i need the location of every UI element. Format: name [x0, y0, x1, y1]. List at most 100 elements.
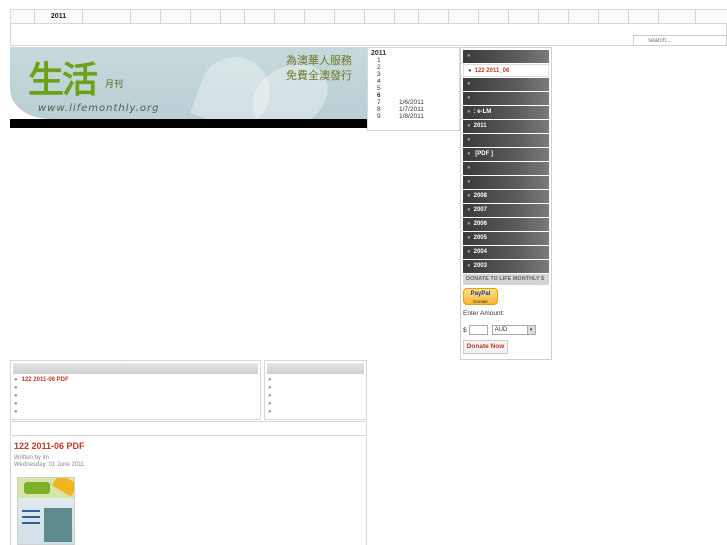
- list-item[interactable]: ●: [11, 408, 260, 416]
- issue-row: 1: [371, 57, 456, 64]
- nav-item[interactable]: [419, 10, 449, 23]
- nav-item[interactable]: [395, 10, 419, 23]
- bullet-icon: ●: [467, 165, 471, 171]
- amount-label: Enter Amount:: [463, 310, 505, 317]
- sidebar-item-label: 2007: [473, 207, 487, 213]
- nav-item[interactable]: [449, 10, 479, 23]
- nav-item[interactable]: [599, 10, 629, 23]
- nav-item[interactable]: [569, 10, 599, 23]
- currency-select[interactable]: AUD ▾: [491, 325, 536, 335]
- sidebar-item[interactable]: ●: [463, 78, 549, 91]
- bullet-icon: ●: [467, 263, 471, 269]
- issue-row: 8 1/7/2011: [371, 106, 456, 113]
- nav-item[interactable]: [509, 10, 539, 23]
- breadcrumb-bar: [10, 421, 367, 436]
- sidebar-item[interactable]: ● 2007: [463, 204, 549, 217]
- sidebar-item-label: 2011: [473, 123, 487, 129]
- issue-date: [399, 92, 456, 99]
- sidebar-item[interactable]: ● 2005: [463, 232, 549, 245]
- article: 122 2011-06 PDF Written by lm Wednesday,…: [10, 437, 367, 545]
- list-item[interactable]: ●: [265, 400, 366, 408]
- top-navigation-bar: 2011: [10, 9, 727, 46]
- nav-item[interactable]: [479, 10, 509, 23]
- list-item[interactable]: ●: [11, 392, 260, 400]
- nav-item[interactable]: [11, 10, 35, 23]
- issue-date: 1/7/2011: [399, 106, 424, 113]
- issue-row: 7 1/6/2011: [371, 99, 456, 106]
- list-item[interactable]: ●: [265, 384, 366, 392]
- sidebar-item[interactable]: ●: [463, 92, 549, 105]
- bullet-icon: ●: [467, 207, 471, 213]
- search-input[interactable]: [633, 35, 727, 46]
- nav-item[interactable]: [335, 10, 365, 23]
- issue-date: [399, 85, 456, 92]
- list-item[interactable]: ●: [11, 400, 260, 408]
- bullet-icon: ●: [467, 123, 471, 129]
- sidebar-item[interactable]: ● 122 2011_06: [463, 64, 549, 77]
- list-item[interactable]: ● 122 2011-06 PDF: [11, 376, 260, 384]
- nav-item[interactable]: [131, 10, 161, 23]
- issue-date: [399, 71, 456, 78]
- sidebar-item[interactable]: ●: [463, 176, 549, 189]
- nav-item[interactable]: [629, 10, 659, 23]
- nav-item[interactable]: [83, 10, 131, 23]
- nav-item[interactable]: [305, 10, 335, 23]
- bullet-icon: ●: [467, 109, 471, 115]
- issue-number: 2: [377, 64, 381, 71]
- bullet-icon: ●: [467, 193, 471, 199]
- article-date: Wednesday, 01 June 2011: [14, 462, 85, 468]
- article-title[interactable]: 122 2011-06 PDF: [14, 441, 363, 451]
- slogan-line: 免費全澳發行: [286, 69, 352, 82]
- bullet-icon: ●: [268, 385, 272, 391]
- donate-now-button[interactable]: Donate Now: [463, 340, 508, 354]
- slogan-line: 為澳華人服務: [286, 54, 352, 67]
- nav-item[interactable]: [275, 10, 305, 23]
- amount-input[interactable]: [468, 325, 488, 335]
- bullet-icon: ●: [467, 53, 471, 59]
- sidebar-item[interactable]: ● 2003: [463, 260, 549, 273]
- banner-image[interactable]: 生活 月刊 www.lifemonthly.org 為澳華人服務 免費全澳發行: [10, 47, 367, 119]
- nav-item[interactable]: [659, 10, 696, 23]
- issue-number: 3: [377, 71, 381, 78]
- list-item[interactable]: ●: [265, 376, 366, 384]
- nav-item[interactable]: [365, 10, 395, 23]
- issue-number: 7: [377, 99, 381, 106]
- nav-item[interactable]: [191, 10, 221, 23]
- cover-building: [44, 508, 72, 542]
- top-nav: 2011: [11, 10, 727, 24]
- cover-logo: [24, 482, 50, 494]
- sidebar-item[interactable]: ● 2006: [463, 218, 549, 231]
- sidebar-items: ● ● 122 2011_06 ● ● ●: e-LM ● 2011 ● ● [PDF ] ● ● ● 2…: [463, 50, 549, 273]
- nav-item[interactable]: [221, 10, 245, 23]
- sidebar-item[interactable]: ● 2011: [463, 120, 549, 133]
- issue-row: 4: [371, 78, 456, 85]
- paypal-donate-button[interactable]: PayPal Donate: [463, 288, 498, 305]
- currency-value: AUD: [494, 327, 508, 333]
- nav-item[interactable]: [539, 10, 569, 23]
- nav-item[interactable]: [161, 10, 191, 23]
- panel-header: [267, 363, 364, 374]
- sidebar-item[interactable]: ●: e-LM: [463, 106, 549, 119]
- nav-item[interactable]: [245, 10, 275, 23]
- list-item[interactable]: ●: [11, 384, 260, 392]
- sidebar-item[interactable]: ● 2004: [463, 246, 549, 259]
- sidebar-item[interactable]: ● [PDF ]: [463, 148, 549, 161]
- list-item-label: 122 2011-06 PDF: [21, 377, 69, 383]
- banner-divider: [10, 119, 367, 128]
- issue-row: 9 1/8/2011: [371, 113, 456, 120]
- sidebar-item[interactable]: ●: [463, 162, 549, 175]
- issue-number: 9: [377, 113, 381, 120]
- sidebar-item[interactable]: ●: [463, 134, 549, 147]
- list-item[interactable]: ●: [265, 408, 366, 416]
- sidebar-item[interactable]: ●: [463, 50, 549, 63]
- sidebar-item[interactable]: ● 2008: [463, 190, 549, 203]
- issue-row: 6: [371, 92, 456, 99]
- magazine-cover-image[interactable]: [17, 477, 75, 545]
- bullet-icon: ●: [14, 401, 18, 407]
- issue-date: [399, 64, 456, 71]
- site-url: www.lifemonthly.org: [38, 103, 160, 114]
- nav-item[interactable]: 2011: [35, 10, 83, 23]
- list-item[interactable]: ●: [265, 392, 366, 400]
- issue-number: 5: [377, 85, 381, 92]
- issue-year: 2011: [371, 50, 387, 57]
